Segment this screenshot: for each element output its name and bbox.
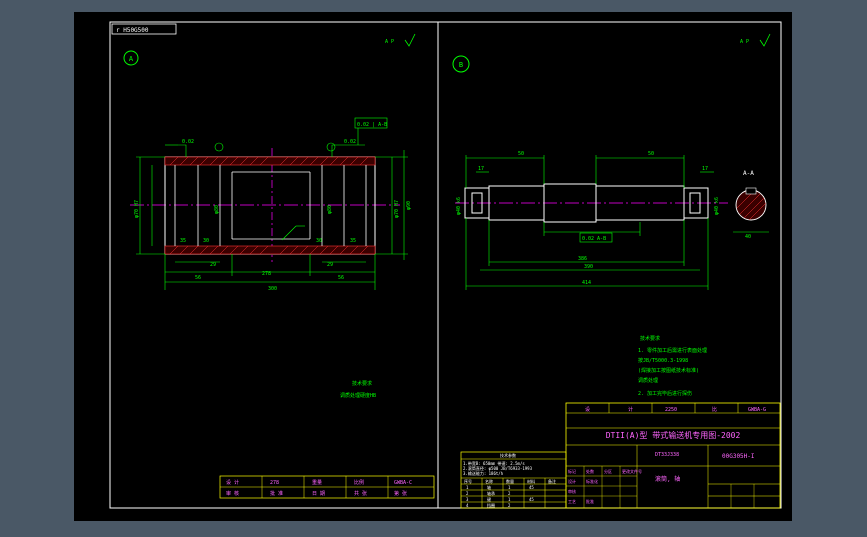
cad-drawing: r H50G500 A A P 300 56 278 56 29 29 0.02… bbox=[74, 12, 792, 521]
dim-b-tolerance: 0.02 A-B bbox=[582, 236, 606, 242]
section-dim: 40 bbox=[745, 234, 751, 240]
section-a-a bbox=[735, 189, 767, 221]
dim-a-mid: 278 bbox=[262, 271, 271, 277]
notes-right-line3: (焊接加工按图纸技术标准) bbox=[638, 367, 699, 374]
dim-a-inner-left: φ80 bbox=[214, 205, 220, 214]
tbr-top-3: 比 bbox=[712, 406, 717, 413]
notes-left-title: 技术要求 bbox=[352, 380, 372, 387]
dim-b-left-small: 17 bbox=[478, 166, 484, 172]
dim-a-left: 56 bbox=[195, 275, 201, 281]
spec-r0c3: 45 bbox=[529, 485, 534, 490]
spec-r2c1: 键 bbox=[487, 496, 491, 502]
dim-a-tolerance: 0.02 | A-B bbox=[357, 122, 387, 128]
dim-b-top-left: 50 bbox=[518, 151, 524, 157]
dim-a-total: 300 bbox=[268, 286, 277, 292]
tbr-top-4: GWBA-G bbox=[748, 407, 766, 413]
view-a-roughness: A P bbox=[385, 39, 394, 45]
tbl-left-r2c2: 日 期 bbox=[312, 491, 325, 497]
tbl-left-r2c4: 第 张 bbox=[394, 490, 407, 497]
view-b-roughness: A P bbox=[740, 39, 749, 45]
dim-b-right-dia: φ40 k6 bbox=[714, 197, 720, 215]
spec-line-2: 3.输送能力: 186t/h bbox=[463, 470, 504, 476]
tbr-s00: 标记 bbox=[568, 468, 576, 474]
dim-a-inner-right: φ80 bbox=[327, 205, 333, 214]
notes-right-line5: 2. 加工完毕后进行探伤 bbox=[638, 390, 692, 397]
tbl-left-r2c0: 审 核 bbox=[226, 490, 239, 497]
tbr-s20: 审核 bbox=[568, 488, 576, 494]
spec-r1c1: 轴承 bbox=[487, 490, 495, 496]
spec-grid-h0: 序号 bbox=[464, 478, 472, 484]
cad-drawing-canvas[interactable]: r H50G500 A A P 300 56 278 56 29 29 0.02… bbox=[0, 0, 867, 533]
tbr-s31: 批准 bbox=[586, 498, 594, 504]
dim-a-groove-l1: 35 bbox=[180, 238, 186, 244]
code-right: 00G305H-I bbox=[722, 453, 755, 460]
tbl-left-r2c3: 共 张 bbox=[354, 490, 367, 497]
tbr-top-0: 设 bbox=[585, 406, 590, 413]
tbl-left-c2: 重量 bbox=[312, 479, 322, 486]
tbl-left-r2c1: 批 准 bbox=[270, 490, 283, 497]
tbl-left-c1: 278 bbox=[270, 480, 279, 486]
dim-a-right: 56 bbox=[338, 275, 344, 281]
tbr-s10: 设计 bbox=[568, 478, 576, 484]
dim-b-right-small: 17 bbox=[702, 166, 708, 172]
drawing-sheet bbox=[74, 12, 792, 521]
spec-grid-h2: 数量 bbox=[506, 478, 514, 484]
spec-grid-h1: 名称 bbox=[485, 478, 493, 484]
spec-r2c3: 45 bbox=[529, 497, 534, 502]
tbl-left-c0: 设 计 bbox=[226, 479, 239, 486]
notes-right-title: 技术要求 bbox=[640, 335, 660, 342]
spec-grid-h4: 备注 bbox=[548, 478, 556, 484]
tbr-s01: 处数 bbox=[586, 468, 594, 474]
tbl-left-c4: GWBA-C bbox=[394, 480, 412, 486]
code-left: DT33J338 bbox=[655, 452, 679, 458]
dim-b-total: 414 bbox=[582, 280, 591, 286]
dim-a-small-right: 29 bbox=[327, 262, 333, 268]
dim-a-groove-l2: 30 bbox=[203, 238, 209, 244]
tbr-s03: 更改文件号 bbox=[622, 468, 642, 474]
spec-grid-h3: 材料 bbox=[527, 478, 535, 484]
tbr-top-2: 2250 bbox=[665, 407, 677, 413]
view-b-label: B bbox=[459, 61, 463, 69]
dim-a-groove-r2: 35 bbox=[350, 238, 356, 244]
tbr-s11: 标准化 bbox=[586, 478, 598, 484]
dim-a-right-outer: φ90 bbox=[406, 201, 412, 210]
notes-left-line1: 调质处理硬度HB bbox=[340, 392, 376, 399]
dim-b-left-dia: φ40 k6 bbox=[456, 197, 462, 215]
dim-b-mid: 390 bbox=[584, 264, 593, 270]
notes-right-line2: 按JB/T5000.3-1998 bbox=[638, 357, 688, 364]
section-label: A-A bbox=[743, 170, 754, 177]
notes-right-line1: 1. 零件加工后需进行表面处理 bbox=[638, 347, 707, 354]
dim-a-top-left: 0.02 bbox=[182, 139, 194, 145]
drawing-title: DTII(A)型 带式输送机专用图-2002 bbox=[606, 430, 741, 440]
dim-a-top-right: 0.02 bbox=[344, 139, 356, 145]
spec-r3c1: 挡圈 bbox=[487, 502, 495, 508]
tbr-s30: 工艺 bbox=[568, 499, 576, 504]
notes-right-line4: 调质处理 bbox=[638, 377, 658, 384]
tbr-s02: 分区 bbox=[604, 468, 612, 474]
dim-a-groove-r1: 30 bbox=[316, 238, 322, 244]
dim-b-overall: 386 bbox=[578, 256, 587, 262]
dim-a-small-left: 29 bbox=[210, 262, 216, 268]
part-name: 滚筒, 轴 bbox=[655, 475, 680, 483]
dim-a-left-dia: φ70 H7 bbox=[134, 200, 140, 218]
spec-r0c1: 轴 bbox=[487, 484, 491, 490]
spec-header: 技术参数 bbox=[500, 452, 516, 458]
dim-a-right-dia: φ70 H7 bbox=[394, 200, 400, 218]
tbr-top-1: 计 bbox=[628, 406, 633, 413]
tbl-left-c3: 比例 bbox=[354, 479, 364, 486]
drawing-code: r H50G500 bbox=[116, 27, 149, 34]
section-keyway bbox=[745, 187, 757, 195]
dim-b-top-right: 50 bbox=[648, 151, 654, 157]
